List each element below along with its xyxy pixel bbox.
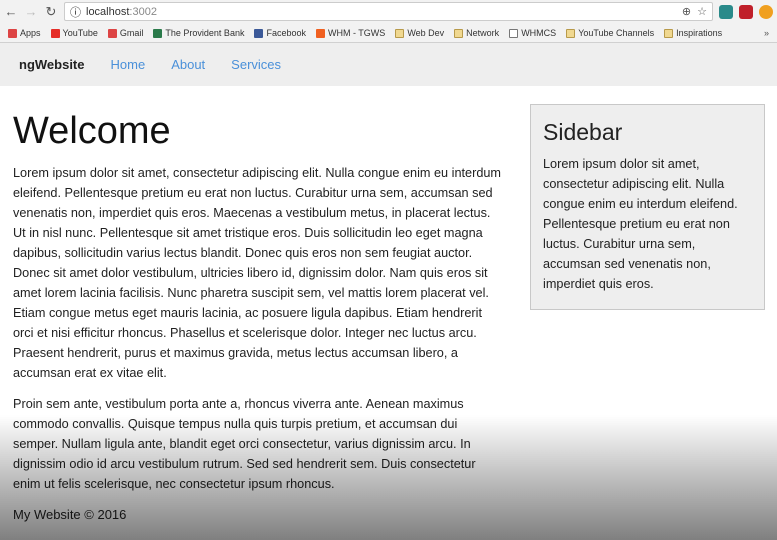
bookmark-item[interactable]: Gmail — [107, 28, 144, 38]
bookmark-item[interactable]: Network — [454, 28, 499, 38]
page-icon — [509, 28, 519, 38]
sidebar: Sidebar Lorem ipsum dolor sit amet, cons… — [530, 104, 765, 310]
bookmark-label: YouTube Channels — [578, 28, 655, 38]
nav-about[interactable]: About — [171, 57, 205, 72]
bookmark-item[interactable]: The Provident Bank — [153, 28, 244, 38]
paragraph: Proin sem ante, vestibulum porta ante a,… — [13, 397, 476, 491]
browser-chrome: ← → ↻ ⓘ localhost:3002 ⊕ ☆ Apps YouTube Gma… — [0, 0, 777, 43]
bookmark-item[interactable]: Web Dev — [395, 28, 444, 38]
bookmark-label: Inspirations — [676, 28, 723, 38]
navbar: ngWebsite Home About Services — [0, 43, 777, 86]
back-icon[interactable]: ← — [4, 4, 18, 19]
folder-icon — [566, 28, 576, 38]
bookmark-label: YouTube — [62, 28, 98, 38]
gmail-icon — [107, 28, 117, 38]
url-port: :3002 — [129, 5, 157, 18]
bookmarks-bar: Apps YouTube Gmail The Provident Bank Facebo… — [0, 23, 777, 43]
folder-icon — [395, 28, 405, 38]
nav-services[interactable]: Services — [231, 57, 281, 72]
extension-orange-icon[interactable] — [759, 4, 773, 19]
sidebar-title: Sidebar — [543, 119, 623, 145]
star-icon[interactable]: ☆ — [697, 5, 707, 18]
main-content: Welcome Lorem ipsum dolor sit amet, cons… — [13, 110, 505, 505]
folder-icon — [664, 28, 674, 38]
folder-icon — [454, 28, 464, 38]
bookmark-item[interactable]: Inspirations — [664, 28, 722, 38]
paragraph: Lorem ipsum dolor sit amet, consectetur … — [13, 166, 502, 380]
facebook-icon — [254, 28, 264, 38]
nav-home[interactable]: Home — [111, 57, 146, 72]
bookmark-label: Facebook — [266, 28, 306, 38]
sidebar-text: Lorem ipsum dolor sit amet, consectetur … — [543, 157, 738, 291]
apps-grid-icon — [8, 28, 17, 38]
bookmark-item[interactable]: WHM - TGWS — [315, 28, 386, 38]
bookmark-item[interactable]: YouTube Channels — [566, 28, 654, 38]
footer: My Website © 2016 — [13, 507, 127, 522]
page-title: Welcome — [13, 110, 171, 152]
bookmark-label: The Provident Bank — [165, 28, 245, 38]
extension-calendar-icon[interactable] — [739, 4, 753, 19]
forward-icon[interactable]: → — [24, 4, 38, 19]
bookmark-label: WHM - TGWS — [327, 28, 386, 38]
whm-icon — [315, 28, 325, 38]
bookmark-label: Gmail — [119, 28, 144, 38]
bookmark-item[interactable]: YouTube — [50, 28, 98, 38]
browser-toolbar: ← → ↻ ⓘ localhost:3002 ⊕ ☆ — [0, 0, 777, 23]
url-host: localhost — [86, 5, 130, 18]
info-icon[interactable]: ⓘ — [70, 4, 81, 20]
bookmark-label: WHMCS — [521, 28, 557, 38]
bookmark-item[interactable]: Facebook — [254, 28, 306, 38]
bookmark-item[interactable]: Apps — [8, 28, 41, 38]
bookmark-label: Network — [466, 28, 500, 38]
address-bar[interactable]: ⓘ localhost:3002 ⊕ ☆ — [64, 2, 713, 21]
brand[interactable]: ngWebsite — [19, 57, 85, 72]
youtube-icon — [50, 28, 60, 38]
bookmark-label: Apps — [20, 28, 41, 38]
extension-icon[interactable] — [719, 4, 733, 19]
zoom-icon[interactable]: ⊕ — [682, 5, 691, 18]
bookmark-label: Web Dev — [407, 28, 445, 38]
bookmark-item[interactable]: WHMCS — [509, 28, 556, 38]
bank-icon — [153, 28, 163, 38]
bookmarks-overflow-button[interactable]: » — [764, 28, 769, 38]
reload-icon[interactable]: ↻ — [44, 4, 58, 20]
